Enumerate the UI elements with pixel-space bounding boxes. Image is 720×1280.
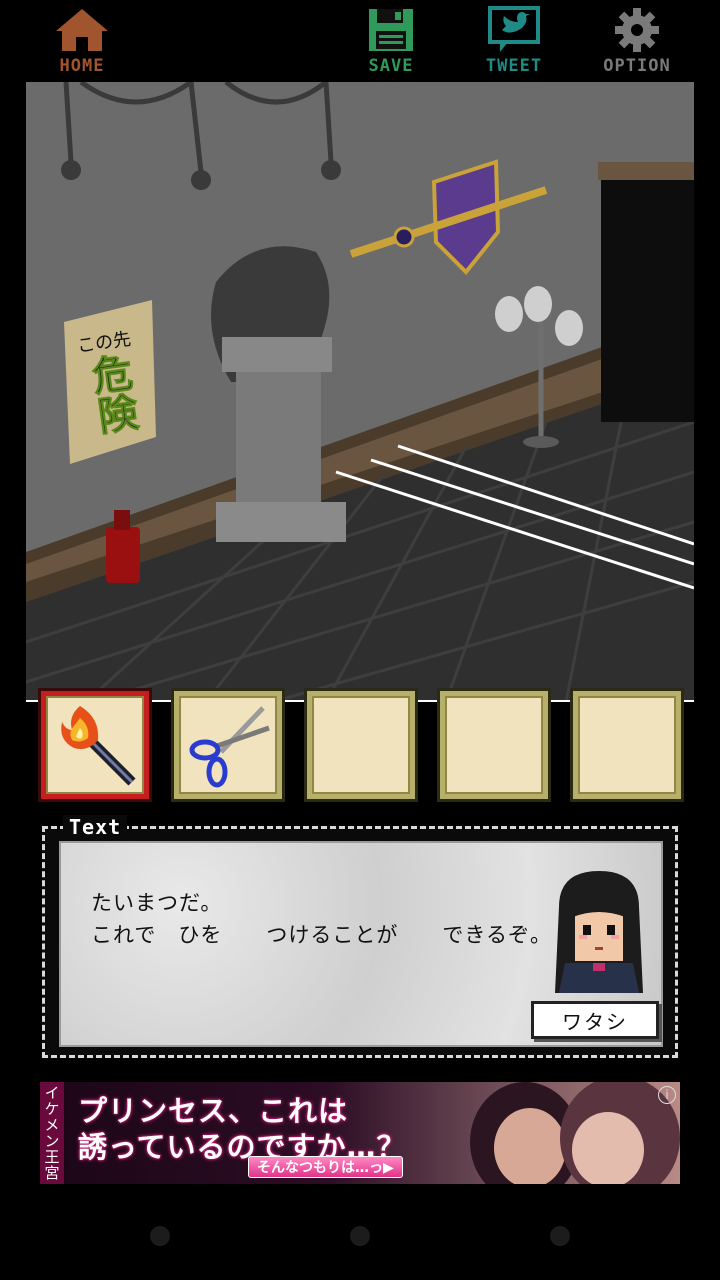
poster-line2: 危険 xyxy=(82,351,140,438)
ad-cta-button[interactable]: そんなつもりは…っ▶ xyxy=(248,1156,403,1178)
nav-recent-button[interactable] xyxy=(550,1226,570,1246)
dialog-tag: Text xyxy=(63,815,128,839)
game-scene[interactable]: この先 危険 xyxy=(26,82,694,702)
dialog-box[interactable]: Text たいまつだ。 これで ひを つけることが できるぞ。 ワタシ xyxy=(42,815,678,1058)
gear-icon xyxy=(609,6,665,54)
dialog-paper: たいまつだ。 これで ひを つけることが できるぞ。 ワタシ xyxy=(59,841,663,1047)
option-button[interactable]: OPTION xyxy=(587,6,687,78)
home-button[interactable]: HOME xyxy=(32,6,132,78)
home-label: HOME xyxy=(59,56,105,76)
dialog-line1: たいまつだ。 xyxy=(91,891,223,915)
dialog-line2: これで ひを つけることが できるぞ。 xyxy=(91,923,552,947)
torch-icon xyxy=(61,706,136,786)
inventory-slot-empty[interactable] xyxy=(437,688,551,802)
bird-speech-icon xyxy=(486,6,542,54)
floppy-disk-icon xyxy=(363,6,419,54)
inventory-slot-empty[interactable] xyxy=(570,688,684,802)
inventory-slot-empty[interactable] xyxy=(304,688,418,802)
nav-home-button[interactable] xyxy=(350,1226,370,1246)
game-screen: HOME SAVE TWEET OPTION この先 危険 Text たいまつだ… xyxy=(0,0,720,1280)
tweet-label: TWEET xyxy=(485,56,543,76)
ad-info-icon[interactable]: i xyxy=(658,1086,676,1104)
danger-poster[interactable]: この先 危険 xyxy=(59,315,160,455)
ad-illustration xyxy=(470,1082,680,1184)
inventory-bar xyxy=(38,688,684,804)
ad-banner[interactable]: イケメン王宮 プリンセス、これは 誘っているのですか…？ そんなつもりは…っ▶ … xyxy=(40,1082,680,1184)
nav-back-button[interactable] xyxy=(150,1226,170,1246)
tweet-button[interactable]: TWEET xyxy=(464,6,564,78)
option-label: OPTION xyxy=(603,56,671,76)
inventory-slot-scissors[interactable] xyxy=(171,688,285,802)
speaker-nameplate: ワタシ xyxy=(531,1001,659,1039)
inventory-slot-torch[interactable] xyxy=(38,688,152,802)
character-portrait xyxy=(543,867,655,993)
save-label: SAVE xyxy=(368,56,414,76)
home-icon xyxy=(54,6,110,54)
ad-brand: イケメン王宮 xyxy=(40,1082,64,1184)
top-menu: HOME SAVE TWEET OPTION xyxy=(0,0,720,82)
scissors-icon xyxy=(189,706,270,788)
save-button[interactable]: SAVE xyxy=(341,6,441,78)
